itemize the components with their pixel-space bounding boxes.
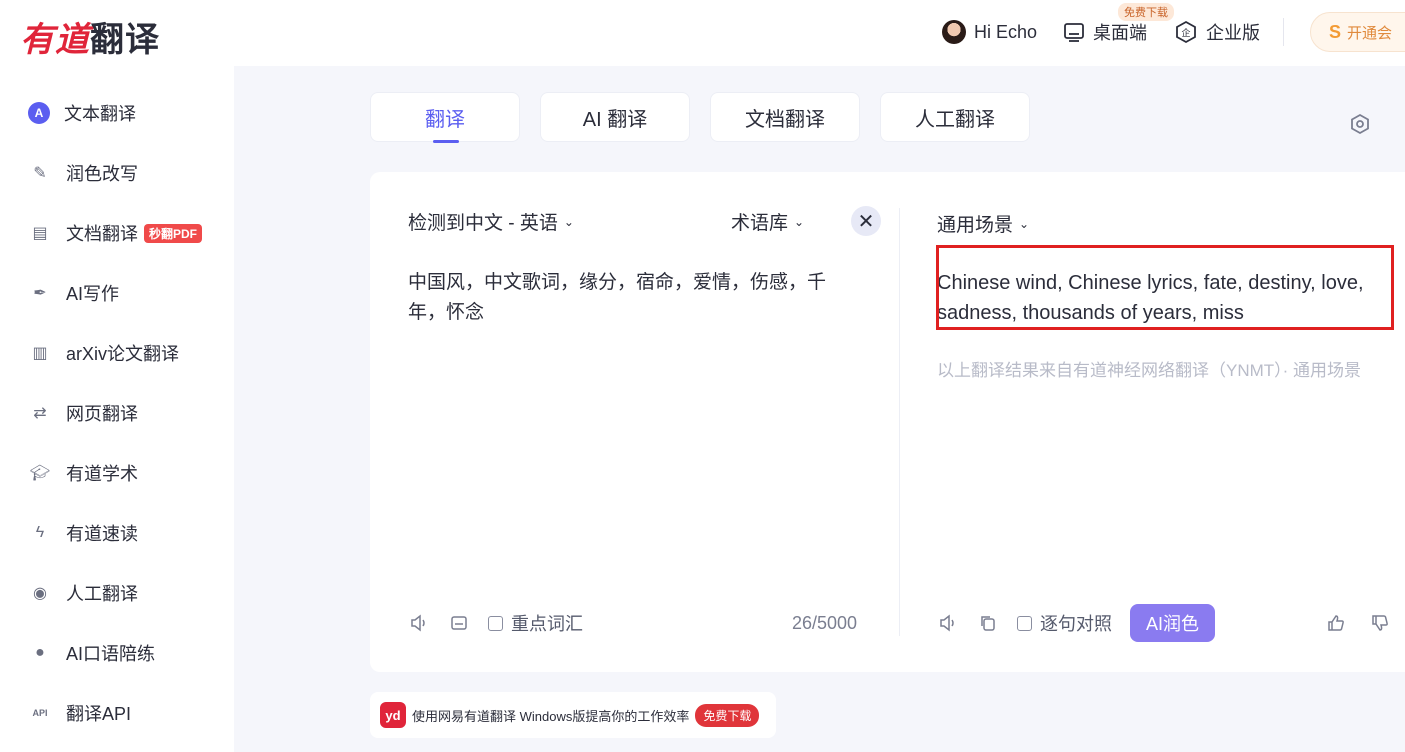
sidebar-item-label: 文档翻译 bbox=[66, 224, 138, 244]
promo-download-button[interactable]: 免费下载 bbox=[695, 703, 760, 727]
vip-label: 开通会 bbox=[1347, 24, 1393, 42]
chevron-down-icon: ⌄ bbox=[794, 214, 805, 229]
scene-selector[interactable]: 通用场景 ⌄ bbox=[937, 210, 1029, 237]
windows-promo-banner[interactable]: yd 使用网易有道翻译 Windows版提高你的工作效率 免费下载 bbox=[370, 692, 776, 738]
sidebar-item-label: AI口语陪练 bbox=[66, 644, 156, 664]
logo-product-text: 翻译 bbox=[90, 20, 160, 60]
sidebar-item-api[interactable]: API 翻译API bbox=[28, 698, 131, 728]
api-icon: API bbox=[32, 708, 48, 718]
person-icon: ● bbox=[35, 644, 45, 661]
desktop-label: 桌面端 bbox=[1093, 23, 1147, 43]
ai-polish-button[interactable]: AI润色 bbox=[1130, 604, 1216, 642]
sentence-compare-checkbox[interactable]: 逐句对照 bbox=[1017, 610, 1112, 636]
free-download-tag: 免费下载 bbox=[1118, 3, 1174, 21]
speaker-icon[interactable] bbox=[408, 612, 430, 634]
sidebar-item-label: 翻译API bbox=[66, 704, 132, 724]
vip-coin-icon: S bbox=[1329, 21, 1342, 42]
key-vocab-checkbox[interactable]: 重点词汇 bbox=[488, 610, 583, 636]
headset-icon: ◉ bbox=[33, 585, 47, 602]
sidebar-item-web-translate[interactable]: ⇄ 网页翻译 bbox=[28, 398, 138, 428]
glossary-label: 术语库 bbox=[731, 213, 789, 234]
tab-doc-translate[interactable]: 文档翻译 bbox=[710, 92, 860, 142]
translation-panel: 检测到中文 - 英语 ⌄ 术语库 ⌄ ✕ 中国风，中文歌词，缘分，宿命，爱情，伤… bbox=[370, 172, 1405, 672]
close-icon: ✕ bbox=[857, 210, 875, 233]
sidebar-item-label: arXiv论文翻译 bbox=[66, 344, 180, 364]
sidebar-item-ai-writing[interactable]: ✒ AI写作 bbox=[28, 278, 119, 308]
sidebar-item-polish[interactable]: ✎ 润色改写 bbox=[28, 158, 138, 188]
sidebar-item-arxiv[interactable]: ▥ arXiv论文翻译 bbox=[28, 338, 179, 368]
panel-divider bbox=[899, 208, 900, 636]
user-greeting: Hi Echo bbox=[974, 21, 1038, 42]
sidebar-item-human-translate[interactable]: ◉ 人工翻译 bbox=[28, 578, 138, 608]
desktop-app-link[interactable]: 桌面端 bbox=[1063, 18, 1147, 46]
sidebar-item-ai-speaking[interactable]: ● AI口语陪练 bbox=[28, 638, 155, 668]
sidebar-item-label: AI写作 bbox=[66, 284, 120, 304]
logo-brand-text: 有道 bbox=[20, 20, 90, 60]
copy-icon[interactable] bbox=[977, 612, 999, 634]
graduation-cap-icon: 🎓︎ bbox=[29, 465, 51, 482]
tab-human-translate[interactable]: 人工翻译 bbox=[880, 92, 1030, 142]
webpage-icon: ⇄ bbox=[33, 405, 47, 422]
sidebar-item-label: 文本翻译 bbox=[64, 104, 136, 124]
feedback-buttons bbox=[1325, 608, 1391, 638]
document-icon: ▤ bbox=[32, 225, 48, 242]
sidebar-item-doc-translate[interactable]: ▤ 文档翻译 秒翻PDF bbox=[28, 218, 203, 248]
tab-translate[interactable]: 翻译 bbox=[370, 92, 520, 142]
youdao-app-icon: yd bbox=[380, 702, 406, 728]
thumbs-up-icon[interactable] bbox=[1325, 612, 1347, 634]
sidebar-item-label: 人工翻译 bbox=[66, 584, 138, 604]
user-menu[interactable]: Hi Echo bbox=[942, 18, 1037, 46]
lightning-icon: ϟ bbox=[35, 524, 45, 541]
enterprise-link[interactable]: 企 企业版 bbox=[1174, 18, 1260, 46]
key-vocab-label: 重点词汇 bbox=[511, 614, 583, 634]
pen-icon: ✒ bbox=[33, 285, 47, 302]
char-counter: 26/5000 bbox=[792, 612, 858, 633]
sidebar-item-label: 润色改写 bbox=[66, 164, 138, 184]
enterprise-label: 企业版 bbox=[1206, 23, 1260, 43]
sidebar-item-text-translate[interactable]: A 文本翻译 bbox=[28, 98, 136, 128]
magic-wand-icon: ✎ bbox=[33, 165, 47, 182]
sidebar-item-label: 网页翻译 bbox=[66, 404, 138, 424]
language-selector[interactable]: 检测到中文 - 英语 ⌄ bbox=[408, 208, 574, 235]
scene-label: 通用场景 bbox=[937, 215, 1014, 236]
settings-icon[interactable] bbox=[1348, 112, 1372, 136]
paste-icon[interactable] bbox=[448, 612, 470, 634]
target-toolbar: 逐句对照 AI润色 bbox=[937, 604, 1216, 642]
active-tab-indicator bbox=[433, 140, 459, 143]
text-translate-icon: A bbox=[28, 102, 50, 124]
svg-text:企: 企 bbox=[1181, 27, 1190, 39]
highlight-box bbox=[936, 245, 1394, 330]
monitor-icon bbox=[1064, 23, 1084, 42]
sidebar-item-academic[interactable]: 🎓︎ 有道学术 bbox=[28, 458, 138, 488]
language-label: 检测到中文 - 英语 bbox=[408, 213, 558, 234]
sentence-compare-label: 逐句对照 bbox=[1040, 614, 1112, 634]
source-input[interactable]: 中国风，中文歌词，缘分，宿命，爱情，伤感，千年，怀念 bbox=[408, 268, 863, 328]
engine-note: 以上翻译结果来自有道神经网络翻译（YNMT）· 通用场景 bbox=[937, 361, 1362, 380]
header-divider bbox=[1283, 18, 1284, 46]
books-icon: ▥ bbox=[32, 345, 48, 362]
thumbs-down-icon[interactable] bbox=[1369, 612, 1391, 634]
speaker-icon[interactable] bbox=[937, 612, 959, 634]
tab-ai-translate[interactable]: AI 翻译 bbox=[540, 92, 690, 142]
top-bar: 有道翻译 Hi Echo 桌面端 免费下载 企 企业版 S 开通会 bbox=[0, 0, 1405, 66]
checkbox-icon bbox=[488, 615, 503, 631]
sidebar-item-speed-read[interactable]: ϟ 有道速读 bbox=[28, 518, 138, 548]
chevron-down-icon: ⌄ bbox=[563, 214, 574, 229]
pdf-badge: 秒翻PDF bbox=[144, 223, 203, 243]
avatar bbox=[942, 20, 966, 44]
youdao-logo[interactable]: 有道翻译 bbox=[20, 12, 160, 61]
source-toolbar: 重点词汇 bbox=[408, 608, 583, 638]
promo-text: 使用网易有道翻译 Windows版提高你的工作效率 bbox=[412, 708, 690, 724]
clear-button[interactable]: ✕ bbox=[851, 206, 881, 236]
vip-button[interactable]: S 开通会 bbox=[1310, 12, 1405, 52]
sidebar: A 文本翻译 ✎ 润色改写 ▤ 文档翻译 秒翻PDF ✒ AI写作 ▥ arXi… bbox=[0, 66, 234, 752]
sidebar-item-label: 有道速读 bbox=[66, 524, 138, 544]
enterprise-icon: 企 bbox=[1176, 20, 1196, 44]
chevron-down-icon: ⌄ bbox=[1019, 216, 1030, 231]
main-area: 翻译 AI 翻译 文档翻译 人工翻译 检测到中文 - 英语 ⌄ 术语库 ⌄ ✕ … bbox=[234, 66, 1405, 752]
glossary-selector[interactable]: 术语库 ⌄ bbox=[731, 208, 804, 235]
checkbox-icon bbox=[1017, 615, 1032, 631]
sidebar-item-label: 有道学术 bbox=[66, 464, 138, 484]
